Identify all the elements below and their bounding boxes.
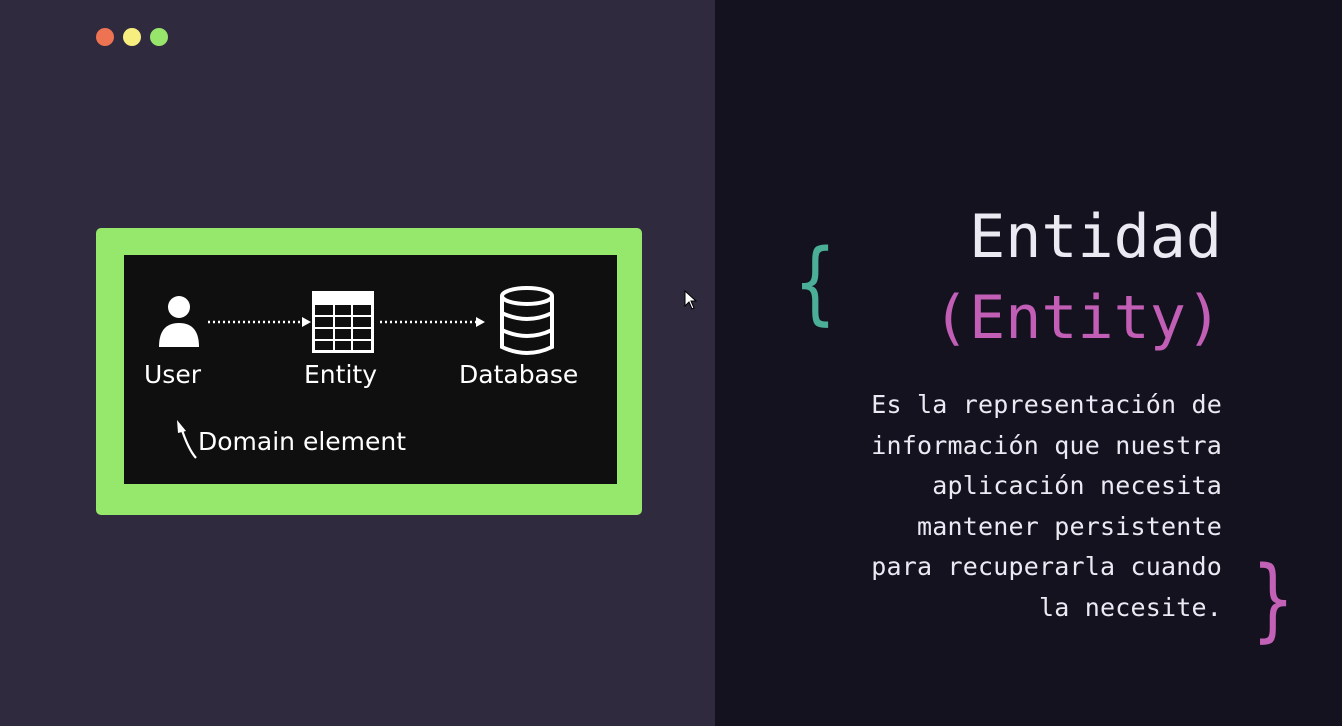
slide-subtitle: (Entity) bbox=[933, 283, 1222, 353]
close-brace: } bbox=[1252, 547, 1294, 652]
node-label-database: Database bbox=[459, 360, 579, 389]
node-label-user: User bbox=[144, 360, 201, 389]
slide-description: Es la representación de información que … bbox=[871, 390, 1222, 622]
diagram-canvas: User Entity Database Domain element bbox=[124, 255, 617, 484]
slide-title: Entidad bbox=[969, 202, 1222, 272]
close-window-button[interactable] bbox=[96, 28, 114, 46]
database-icon bbox=[500, 286, 554, 355]
open-brace: { bbox=[794, 230, 836, 335]
edge-user-entity bbox=[208, 317, 311, 327]
user-icon bbox=[159, 296, 199, 347]
diagram-frame: User Entity Database Domain element bbox=[96, 228, 642, 515]
table-icon bbox=[312, 291, 374, 353]
maximize-window-button[interactable] bbox=[150, 28, 168, 46]
annotation-label: Domain element bbox=[198, 427, 407, 456]
node-label-entity: Entity bbox=[304, 360, 377, 389]
left-panel: User Entity Database Domain element bbox=[0, 0, 715, 726]
annotation-arrow bbox=[177, 420, 197, 459]
mouse-cursor-icon bbox=[684, 290, 698, 310]
minimize-window-button[interactable] bbox=[123, 28, 141, 46]
slide-page: User Entity Database Domain element { En… bbox=[0, 0, 1342, 726]
edge-entity-database bbox=[380, 317, 485, 327]
